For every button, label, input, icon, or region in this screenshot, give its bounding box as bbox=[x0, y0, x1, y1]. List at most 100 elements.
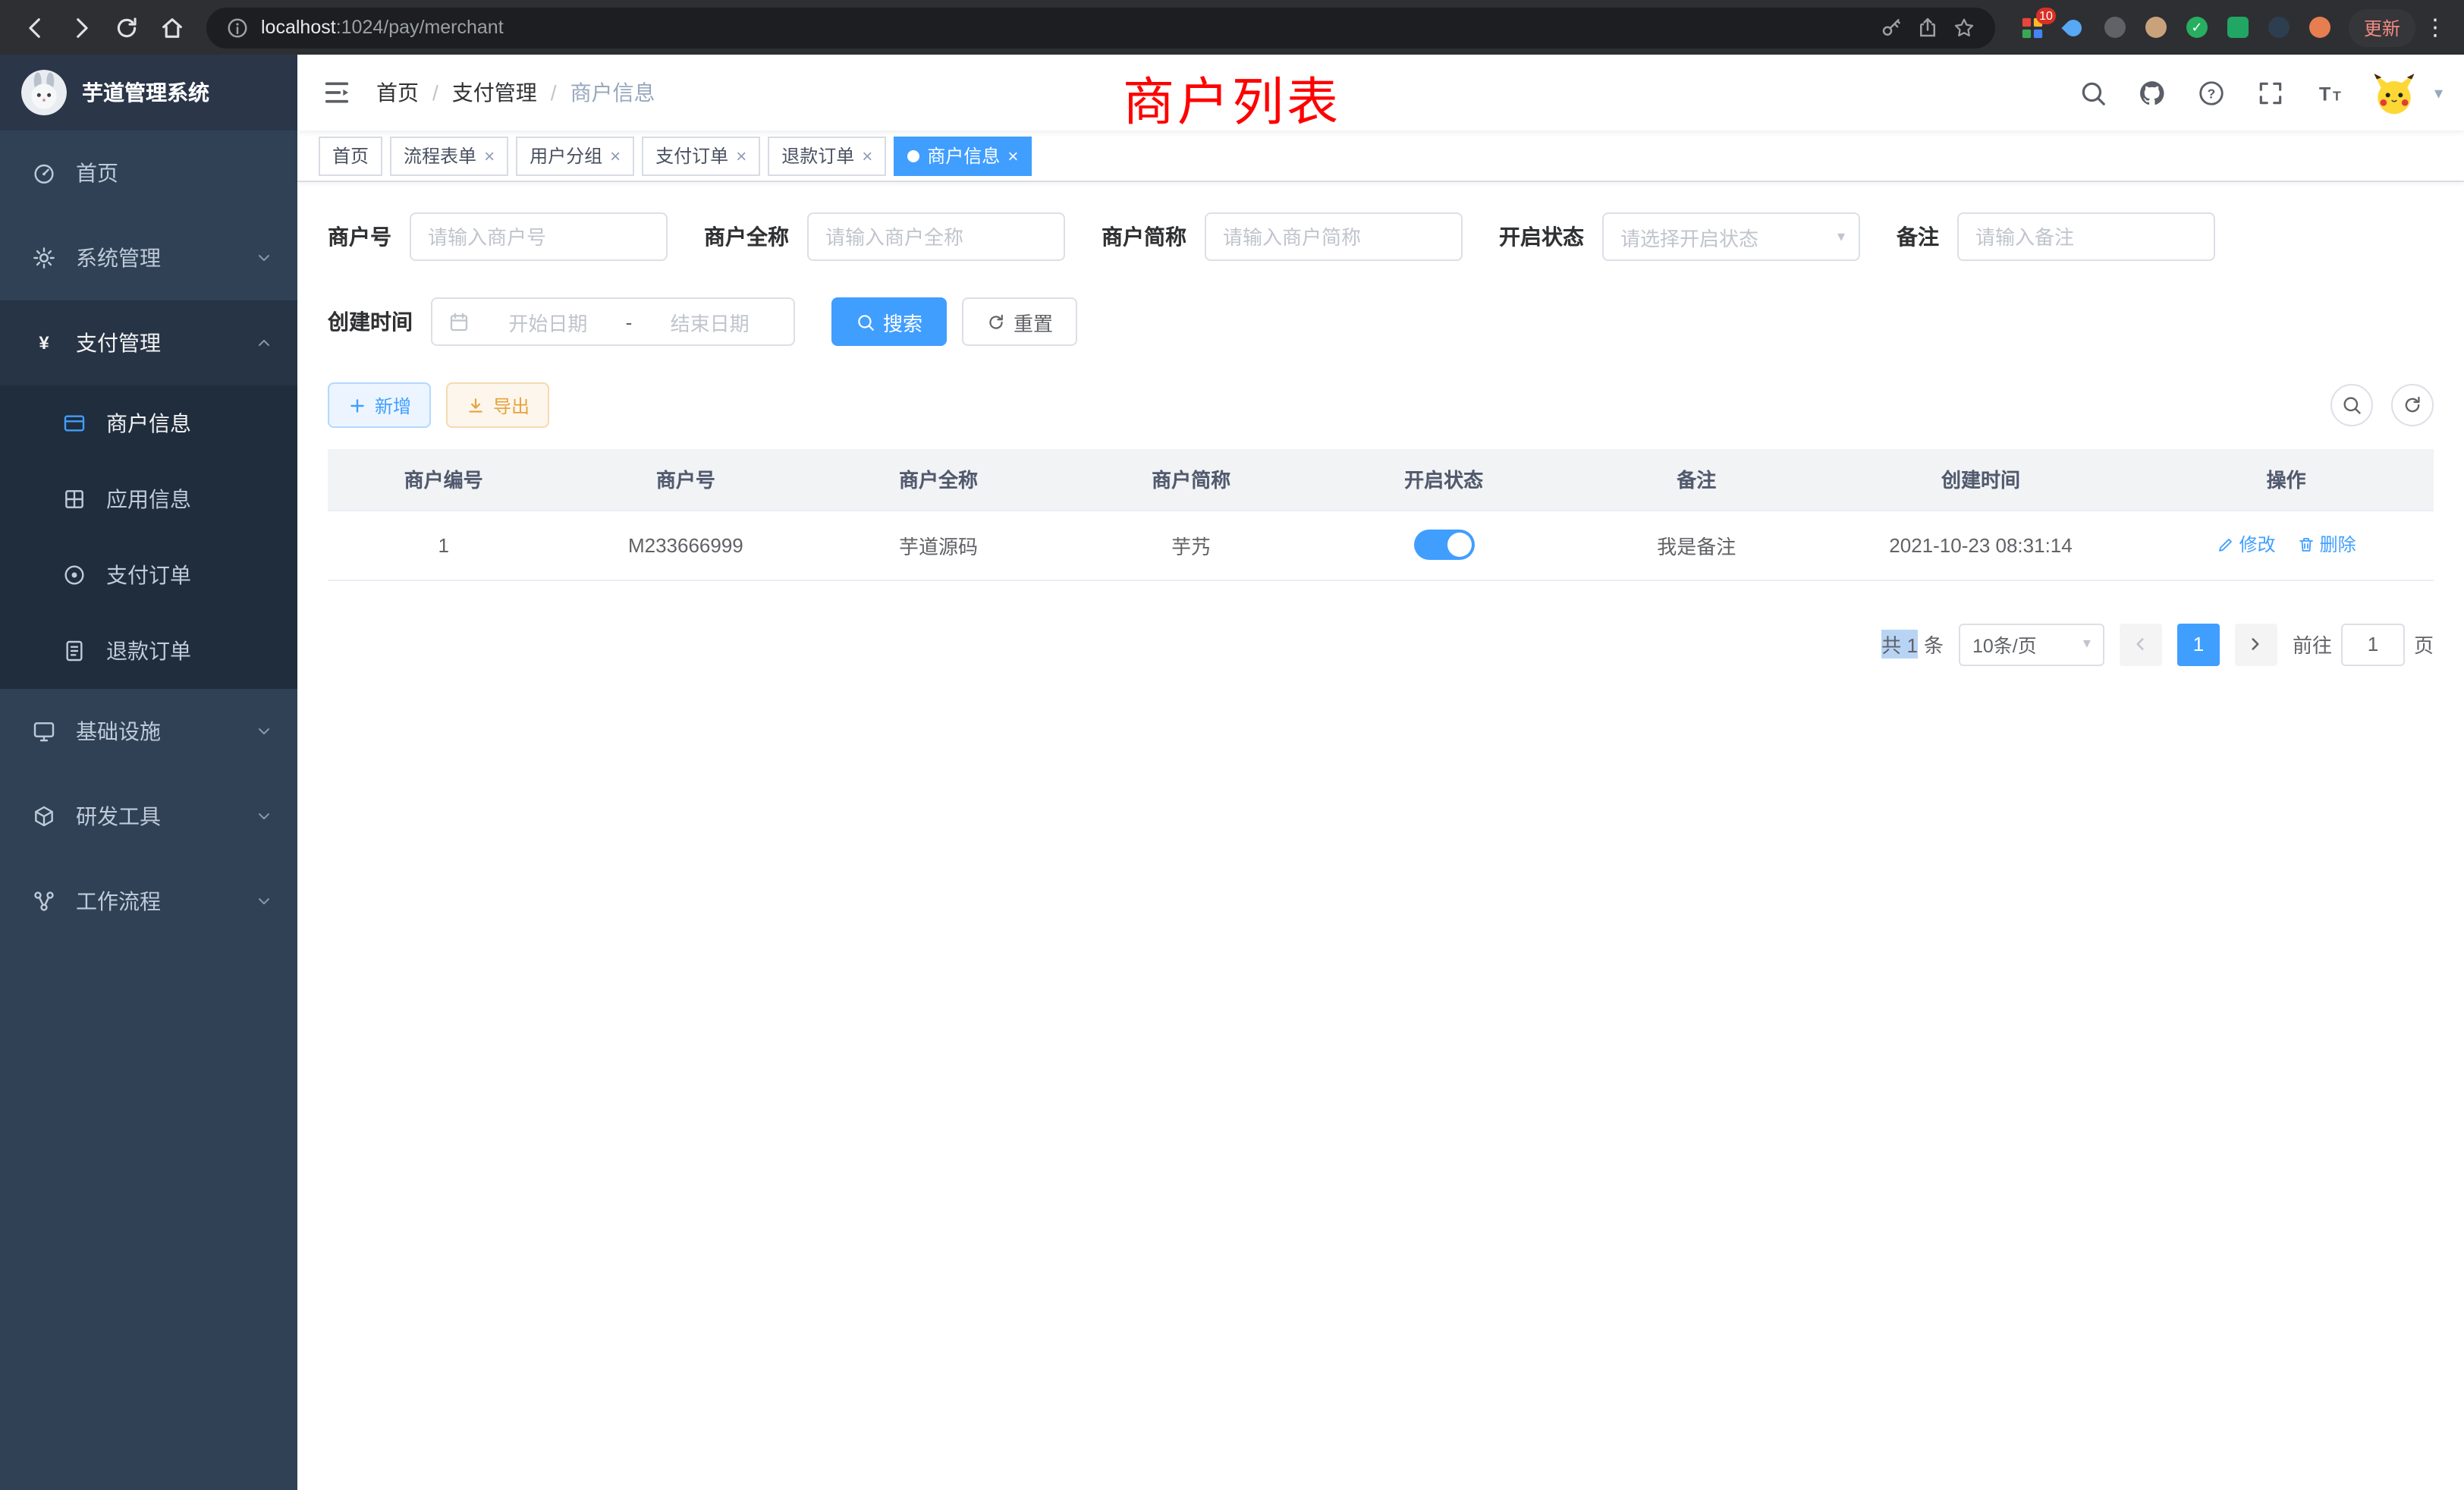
status-select[interactable]: 请选择开启状态 ▾ bbox=[1602, 212, 1860, 261]
merchant-table: 商户编号 商户号 商户全称 商户简称 开启状态 备注 创建时间 操作 1 bbox=[328, 449, 2434, 580]
font-size-icon[interactable] bbox=[2313, 76, 2346, 109]
tab-process-form[interactable]: 流程表单× bbox=[390, 136, 508, 175]
reset-button[interactable]: 重置 bbox=[962, 297, 1077, 346]
header-search-icon[interactable] bbox=[2076, 76, 2110, 109]
delete-link[interactable]: 删除 bbox=[2297, 532, 2356, 558]
goto-page-input[interactable] bbox=[2341, 623, 2405, 665]
close-icon[interactable]: × bbox=[862, 146, 872, 165]
share-icon[interactable] bbox=[1916, 15, 1941, 39]
breadcrumb-payment[interactable]: 支付管理 bbox=[452, 77, 537, 108]
github-icon[interactable] bbox=[2136, 76, 2169, 109]
cell-status bbox=[1318, 510, 1570, 580]
remark-input[interactable] bbox=[1957, 212, 2215, 261]
sidebar-item-system[interactable]: 系统管理 bbox=[0, 215, 297, 300]
help-icon[interactable] bbox=[2195, 76, 2228, 109]
extension-green-check-icon[interactable]: ✓ bbox=[2183, 14, 2211, 41]
merchant-no-input[interactable] bbox=[410, 212, 668, 261]
sidebar-submenu-payment: 商户信息 应用信息 支付订单 退款订单 bbox=[0, 385, 297, 689]
page-1-button[interactable]: 1 bbox=[2177, 623, 2220, 665]
status-toggle[interactable] bbox=[1413, 530, 1474, 560]
filter-row-2: 创建时间 开始日期 - 结束日期 搜索 bbox=[328, 297, 2434, 346]
close-icon[interactable]: × bbox=[484, 146, 495, 165]
chevron-down-icon bbox=[255, 807, 273, 825]
filter-row-1: 商户号 商户全称 商户简称 开启状态 请选择开启状态 bbox=[328, 212, 2434, 261]
edit-icon bbox=[2217, 536, 2235, 554]
next-page-button[interactable] bbox=[2235, 623, 2277, 665]
active-dot bbox=[907, 149, 919, 162]
close-icon[interactable]: × bbox=[1007, 146, 1018, 165]
reset-button-label: 重置 bbox=[1014, 307, 1053, 336]
browser-home-button[interactable] bbox=[152, 8, 191, 47]
sidebar-item-app-info[interactable]: 应用信息 bbox=[0, 461, 297, 537]
sidebar-item-merchant-info[interactable]: 商户信息 bbox=[0, 385, 297, 461]
edit-link[interactable]: 修改 bbox=[2217, 532, 2276, 558]
browser-toolbar: localhost:1024/pay/merchant 10 ✓ 更新 ⋮ bbox=[0, 0, 2464, 55]
sidebar-item-label: 应用信息 bbox=[106, 484, 191, 514]
chevron-down-icon bbox=[255, 892, 273, 910]
browser-back-button[interactable] bbox=[15, 8, 55, 47]
merchant-short-input[interactable] bbox=[1205, 212, 1463, 261]
sidebar-item-infrastructure[interactable]: 基础设施 bbox=[0, 689, 297, 774]
sidebar-item-home[interactable]: 首页 bbox=[0, 130, 297, 215]
sidebar-item-payment[interactable]: 支付管理 bbox=[0, 300, 297, 385]
close-icon[interactable]: × bbox=[610, 146, 621, 165]
calendar-icon bbox=[448, 310, 470, 333]
breadcrumb: 首页 / 支付管理 / 商户信息 bbox=[376, 77, 655, 108]
col-merchant-id: 商户编号 bbox=[328, 449, 559, 510]
merchant-name-input[interactable] bbox=[807, 212, 1065, 261]
export-button[interactable]: 导出 bbox=[446, 382, 549, 428]
url-path: :1024/pay/merchant bbox=[336, 17, 504, 38]
extension-dark-circle-icon[interactable] bbox=[2101, 14, 2129, 41]
extension-green-square-icon[interactable] bbox=[2224, 14, 2252, 41]
extensions-grid-icon[interactable]: 10 bbox=[2019, 14, 2047, 41]
extension-avatar-icon[interactable] bbox=[2142, 14, 2170, 41]
sidebar-item-label: 系统管理 bbox=[76, 243, 161, 273]
breadcrumb-separator: / bbox=[432, 80, 438, 105]
screen: localhost:1024/pay/merchant 10 ✓ 更新 ⋮ 商户… bbox=[0, 0, 2464, 1490]
refresh-list-button[interactable] bbox=[2391, 384, 2434, 426]
prev-page-button[interactable] bbox=[2120, 623, 2162, 665]
browser-menu-icon[interactable]: ⋮ bbox=[2422, 14, 2449, 41]
chevron-down-icon bbox=[255, 249, 273, 267]
chevron-up-icon bbox=[255, 334, 273, 352]
browser-reload-button[interactable] bbox=[106, 8, 146, 47]
browser-update-button[interactable]: 更新 bbox=[2349, 8, 2415, 46]
yen-icon bbox=[30, 329, 58, 357]
tab-refund-order[interactable]: 退款订单× bbox=[768, 136, 886, 175]
site-info-icon[interactable] bbox=[225, 15, 249, 39]
password-key-icon[interactable] bbox=[1880, 15, 1904, 39]
fullscreen-icon[interactable] bbox=[2254, 76, 2287, 109]
sidebar-logo[interactable]: 芋道管理系统 bbox=[0, 55, 297, 130]
cell-merchant-no: M233666999 bbox=[559, 510, 812, 580]
address-bar[interactable]: localhost:1024/pay/merchant bbox=[206, 7, 1995, 48]
search-button[interactable]: 搜索 bbox=[831, 297, 947, 346]
hamburger-icon[interactable] bbox=[297, 55, 376, 130]
breadcrumb-home[interactable]: 首页 bbox=[376, 77, 419, 108]
sidebar-item-refund-order[interactable]: 退款订单 bbox=[0, 613, 297, 689]
close-icon[interactable]: × bbox=[736, 146, 746, 165]
tab-pay-order[interactable]: 支付订单 × bbox=[642, 136, 760, 175]
sidebar-item-dev-tools[interactable]: 研发工具 bbox=[0, 774, 297, 859]
sidebar-item-pay-order[interactable]: 支付订单 bbox=[0, 537, 297, 613]
user-avatar[interactable] bbox=[2372, 70, 2418, 115]
status-select-placeholder: 请选择开启状态 bbox=[1620, 222, 1758, 251]
browser-forward-button[interactable] bbox=[61, 8, 100, 47]
tab-user-group[interactable]: 用户分组× bbox=[516, 136, 634, 175]
tab-home[interactable]: 首页 bbox=[319, 136, 382, 175]
create-time-range-picker[interactable]: 开始日期 - 结束日期 bbox=[431, 297, 795, 346]
show-search-toggle-button[interactable] bbox=[2330, 384, 2373, 426]
sidebar-item-workflow[interactable]: 工作流程 bbox=[0, 859, 297, 944]
add-button[interactable]: 新增 bbox=[328, 382, 431, 428]
bookmark-star-icon[interactable] bbox=[1953, 15, 1977, 39]
extension-drop-icon[interactable] bbox=[2060, 14, 2088, 41]
extension-pin-icon[interactable] bbox=[2265, 14, 2293, 41]
refresh-icon bbox=[986, 312, 1006, 332]
tab-merchant-info[interactable]: 商户信息× bbox=[894, 136, 1032, 175]
page-size-select[interactable]: 10条/页 ▾ bbox=[1959, 623, 2104, 665]
col-status: 开启状态 bbox=[1318, 449, 1570, 510]
extension-badge: 10 bbox=[2036, 8, 2056, 24]
tab-label: 支付订单 bbox=[655, 143, 728, 168]
extension-orange-icon[interactable] bbox=[2306, 14, 2334, 41]
avatar-caret-icon[interactable]: ▾ bbox=[2434, 83, 2443, 102]
chevron-right-icon bbox=[2246, 634, 2266, 654]
